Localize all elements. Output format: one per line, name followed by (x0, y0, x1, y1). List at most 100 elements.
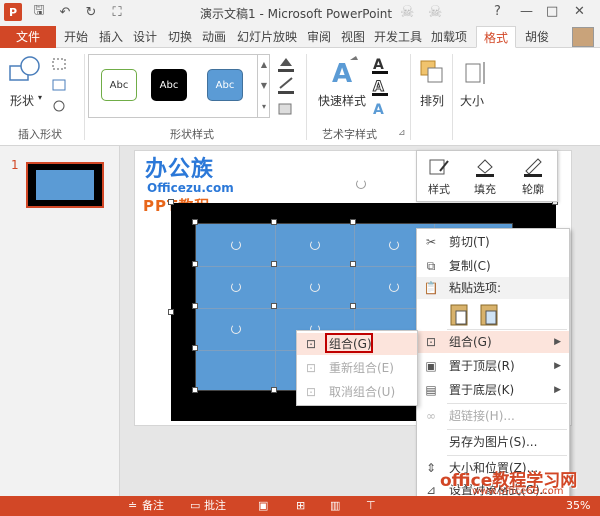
skull-decoration-icon: ☠ (428, 2, 443, 21)
tab-home[interactable]: 开始 (62, 26, 90, 48)
normal-view-icon[interactable]: ▣ (258, 498, 268, 514)
resize-handle[interactable] (192, 261, 198, 267)
menu-bring-front-label: 置于顶层(R) (449, 359, 515, 373)
mini-outline-button[interactable]: 轮廓 (513, 155, 553, 199)
gallery-scroll[interactable]: ▲ ▼ ▾ (257, 54, 270, 118)
shape-fill-outline-effects-icons[interactable] (276, 54, 298, 120)
rotate-handle-icon[interactable] (231, 282, 241, 292)
insert-shapes-group-label: 插入形状 (18, 128, 62, 141)
resize-handle[interactable] (350, 261, 356, 267)
dialog-launcher-icon[interactable]: ⊿ (398, 128, 406, 138)
highlight-box (325, 333, 373, 353)
redo-icon[interactable]: ↻ (82, 3, 100, 21)
quick-styles-icon[interactable]: A (326, 54, 360, 88)
edit-shape-icons[interactable] (50, 56, 74, 116)
tab-format[interactable]: 格式 (476, 26, 516, 48)
tab-transitions[interactable]: 切换 (166, 26, 194, 48)
reading-view-icon[interactable]: ▥ (330, 498, 340, 514)
slideshow-icon[interactable]: ⛶ (108, 3, 126, 21)
tab-design[interactable]: 设计 (131, 26, 159, 48)
rotate-handle-icon[interactable] (389, 282, 399, 292)
quick-styles-button[interactable]: 快速样式 (318, 92, 366, 109)
rotate-handle-icon[interactable] (231, 324, 241, 334)
arrange-button[interactable]: 排列 (420, 92, 444, 109)
shapes-icon[interactable] (8, 54, 42, 88)
tab-insert[interactable]: 插入 (97, 26, 125, 48)
resize-handle[interactable] (271, 387, 277, 393)
comments-button[interactable]: 批注 (204, 498, 226, 514)
slide-sorter-icon[interactable]: ⊞ (296, 498, 305, 514)
save-icon[interactable]: 🖫 (30, 3, 48, 21)
mini-fill-button[interactable]: 填充 (465, 155, 505, 199)
user-name[interactable]: 胡俊 (525, 28, 549, 45)
resize-handle[interactable] (168, 199, 174, 205)
outline-pen-icon (524, 158, 542, 177)
resize-handle[interactable] (168, 309, 174, 315)
arrange-icon[interactable] (418, 58, 446, 88)
undo-icon[interactable]: ↶ (56, 3, 74, 21)
text-fill-outline-effects-icons[interactable]: A A A (370, 54, 394, 120)
group-icon: ⊡ (305, 337, 317, 351)
format-icon: ⊿ (425, 483, 437, 497)
resize-handle[interactable] (350, 219, 356, 225)
slide-thumbnail[interactable] (26, 162, 104, 208)
rotate-handle-icon[interactable] (389, 240, 399, 250)
resize-handle[interactable] (192, 219, 198, 225)
submenu-ungroup-label: 取消组合(U) (329, 385, 396, 399)
resize-handle[interactable] (271, 303, 277, 309)
size-icon: ⇕ (425, 461, 437, 475)
zoom-level[interactable]: 35% (566, 498, 590, 514)
resize-handle[interactable] (271, 261, 277, 267)
submenu-regroup: ⊡ 重新组合(E) (297, 357, 417, 379)
tab-view[interactable]: 视图 (339, 26, 367, 48)
shape-style-gallery[interactable]: Abc Abc Abc (88, 54, 270, 118)
paste-option-icons[interactable] (447, 303, 507, 329)
menu-cut[interactable]: ✂ 剪切(T) (417, 231, 569, 253)
mini-style-button[interactable]: 样式 (419, 155, 459, 199)
minimize-button[interactable]: — (520, 4, 533, 19)
resize-handle[interactable] (192, 387, 198, 393)
size-button[interactable]: 大小 (460, 92, 484, 109)
title-bar: P 🖫 ↶ ↻ ⛶ ☠ ☠ 演示文稿1 - Microsoft PowerPoi… (0, 0, 600, 26)
divider (410, 54, 411, 140)
resize-handle[interactable] (192, 345, 198, 351)
quick-access-toolbar: P 🖫 ↶ ↻ ⛶ (4, 3, 126, 21)
menu-cut-label: 剪切(T) (449, 235, 490, 249)
divider (306, 54, 307, 140)
comments-icon: ▭ (190, 499, 201, 512)
rotate-handle-icon[interactable] (310, 240, 320, 250)
slideshow-view-icon[interactable]: ⊤ (366, 498, 376, 514)
tab-addins[interactable]: 加载项 (428, 26, 470, 48)
rotate-handle-icon[interactable] (231, 240, 241, 250)
rotate-handle-icon[interactable] (310, 282, 320, 292)
style-black-fill[interactable]: Abc (151, 69, 187, 101)
tab-developer[interactable]: 开发工具 (372, 26, 424, 48)
tab-animations[interactable]: 动画 (200, 26, 228, 48)
menu-bring-to-front[interactable]: ▣ 置于顶层(R) ▶ (417, 355, 569, 377)
notes-button[interactable]: 备注 (142, 498, 164, 514)
rotate-handle-icon[interactable] (356, 179, 366, 189)
ungroup-icon: ⊡ (305, 385, 317, 399)
menu-group[interactable]: ⊡ 组合(G) ▶ (417, 331, 569, 353)
shapes-button[interactable]: 形状 (10, 92, 34, 109)
avatar[interactable] (572, 27, 594, 47)
context-menu: ✂ 剪切(T) ⧉ 复制(C) 📋 粘贴选项: ⊡ 组合(G) ▶ ▣ 置于顶层… (416, 228, 570, 504)
menu-copy[interactable]: ⧉ 复制(C) (417, 255, 569, 277)
menu-send-to-back[interactable]: ▤ 置于底层(K) ▶ (417, 379, 569, 401)
resize-handle[interactable] (271, 219, 277, 225)
style-outline-green[interactable]: Abc (101, 69, 137, 101)
menu-save-picture-label: 另存为图片(S)... (449, 435, 538, 449)
resize-handle[interactable] (350, 303, 356, 309)
tab-slideshow[interactable]: 幻灯片放映 (234, 26, 300, 48)
size-icon[interactable] (462, 58, 490, 88)
style-blue-fill[interactable]: Abc (207, 69, 243, 101)
close-button[interactable]: ✕ (574, 4, 585, 19)
help-button[interactable]: ? (494, 4, 501, 19)
chevron-down-icon: ▾ (38, 93, 43, 102)
watermark-url: www.office68.com (472, 486, 564, 497)
tab-file[interactable]: 文件 (0, 26, 56, 48)
tab-review[interactable]: 审阅 (305, 26, 333, 48)
menu-save-as-picture[interactable]: 另存为图片(S)... (417, 431, 569, 453)
maximize-button[interactable]: □ (546, 4, 558, 19)
resize-handle[interactable] (192, 303, 198, 309)
